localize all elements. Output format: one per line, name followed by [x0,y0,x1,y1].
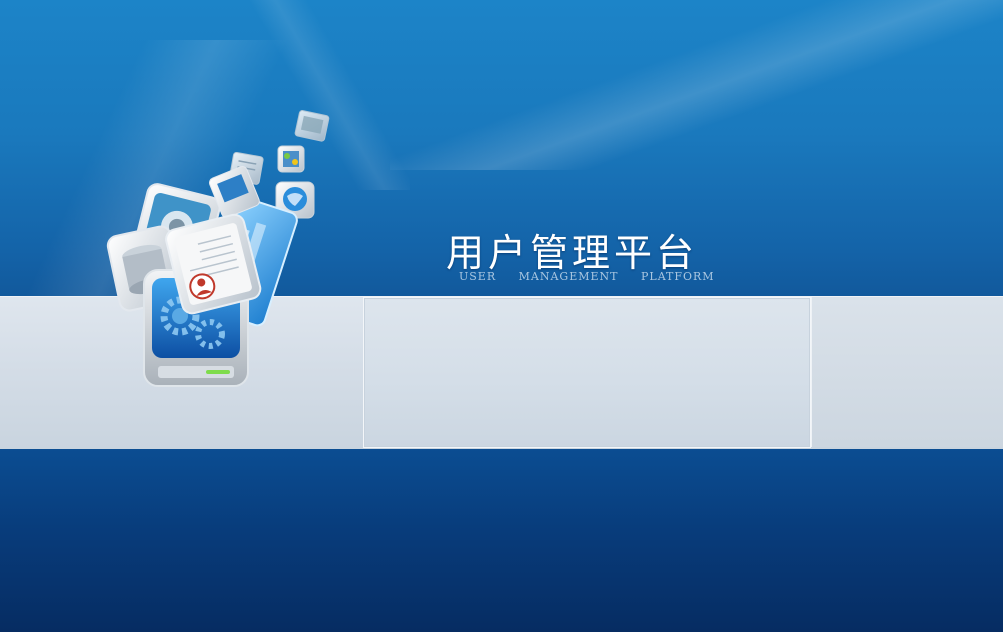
app-icons-illustration [106,110,330,387]
subtitle-word: User [459,270,497,283]
page-subtitle: User management platform [459,270,719,283]
strip-right-section [811,297,1003,447]
subtitle-word: management [518,270,619,283]
subtitle-word: platform [640,270,715,283]
footer-background [0,449,1003,632]
login-page: 用户管理平台 User management platform [0,0,1003,632]
network-icon [277,145,305,173]
picture-icon [294,110,330,142]
page-title: 用户管理平台 [446,231,699,275]
login-panel [363,297,811,448]
